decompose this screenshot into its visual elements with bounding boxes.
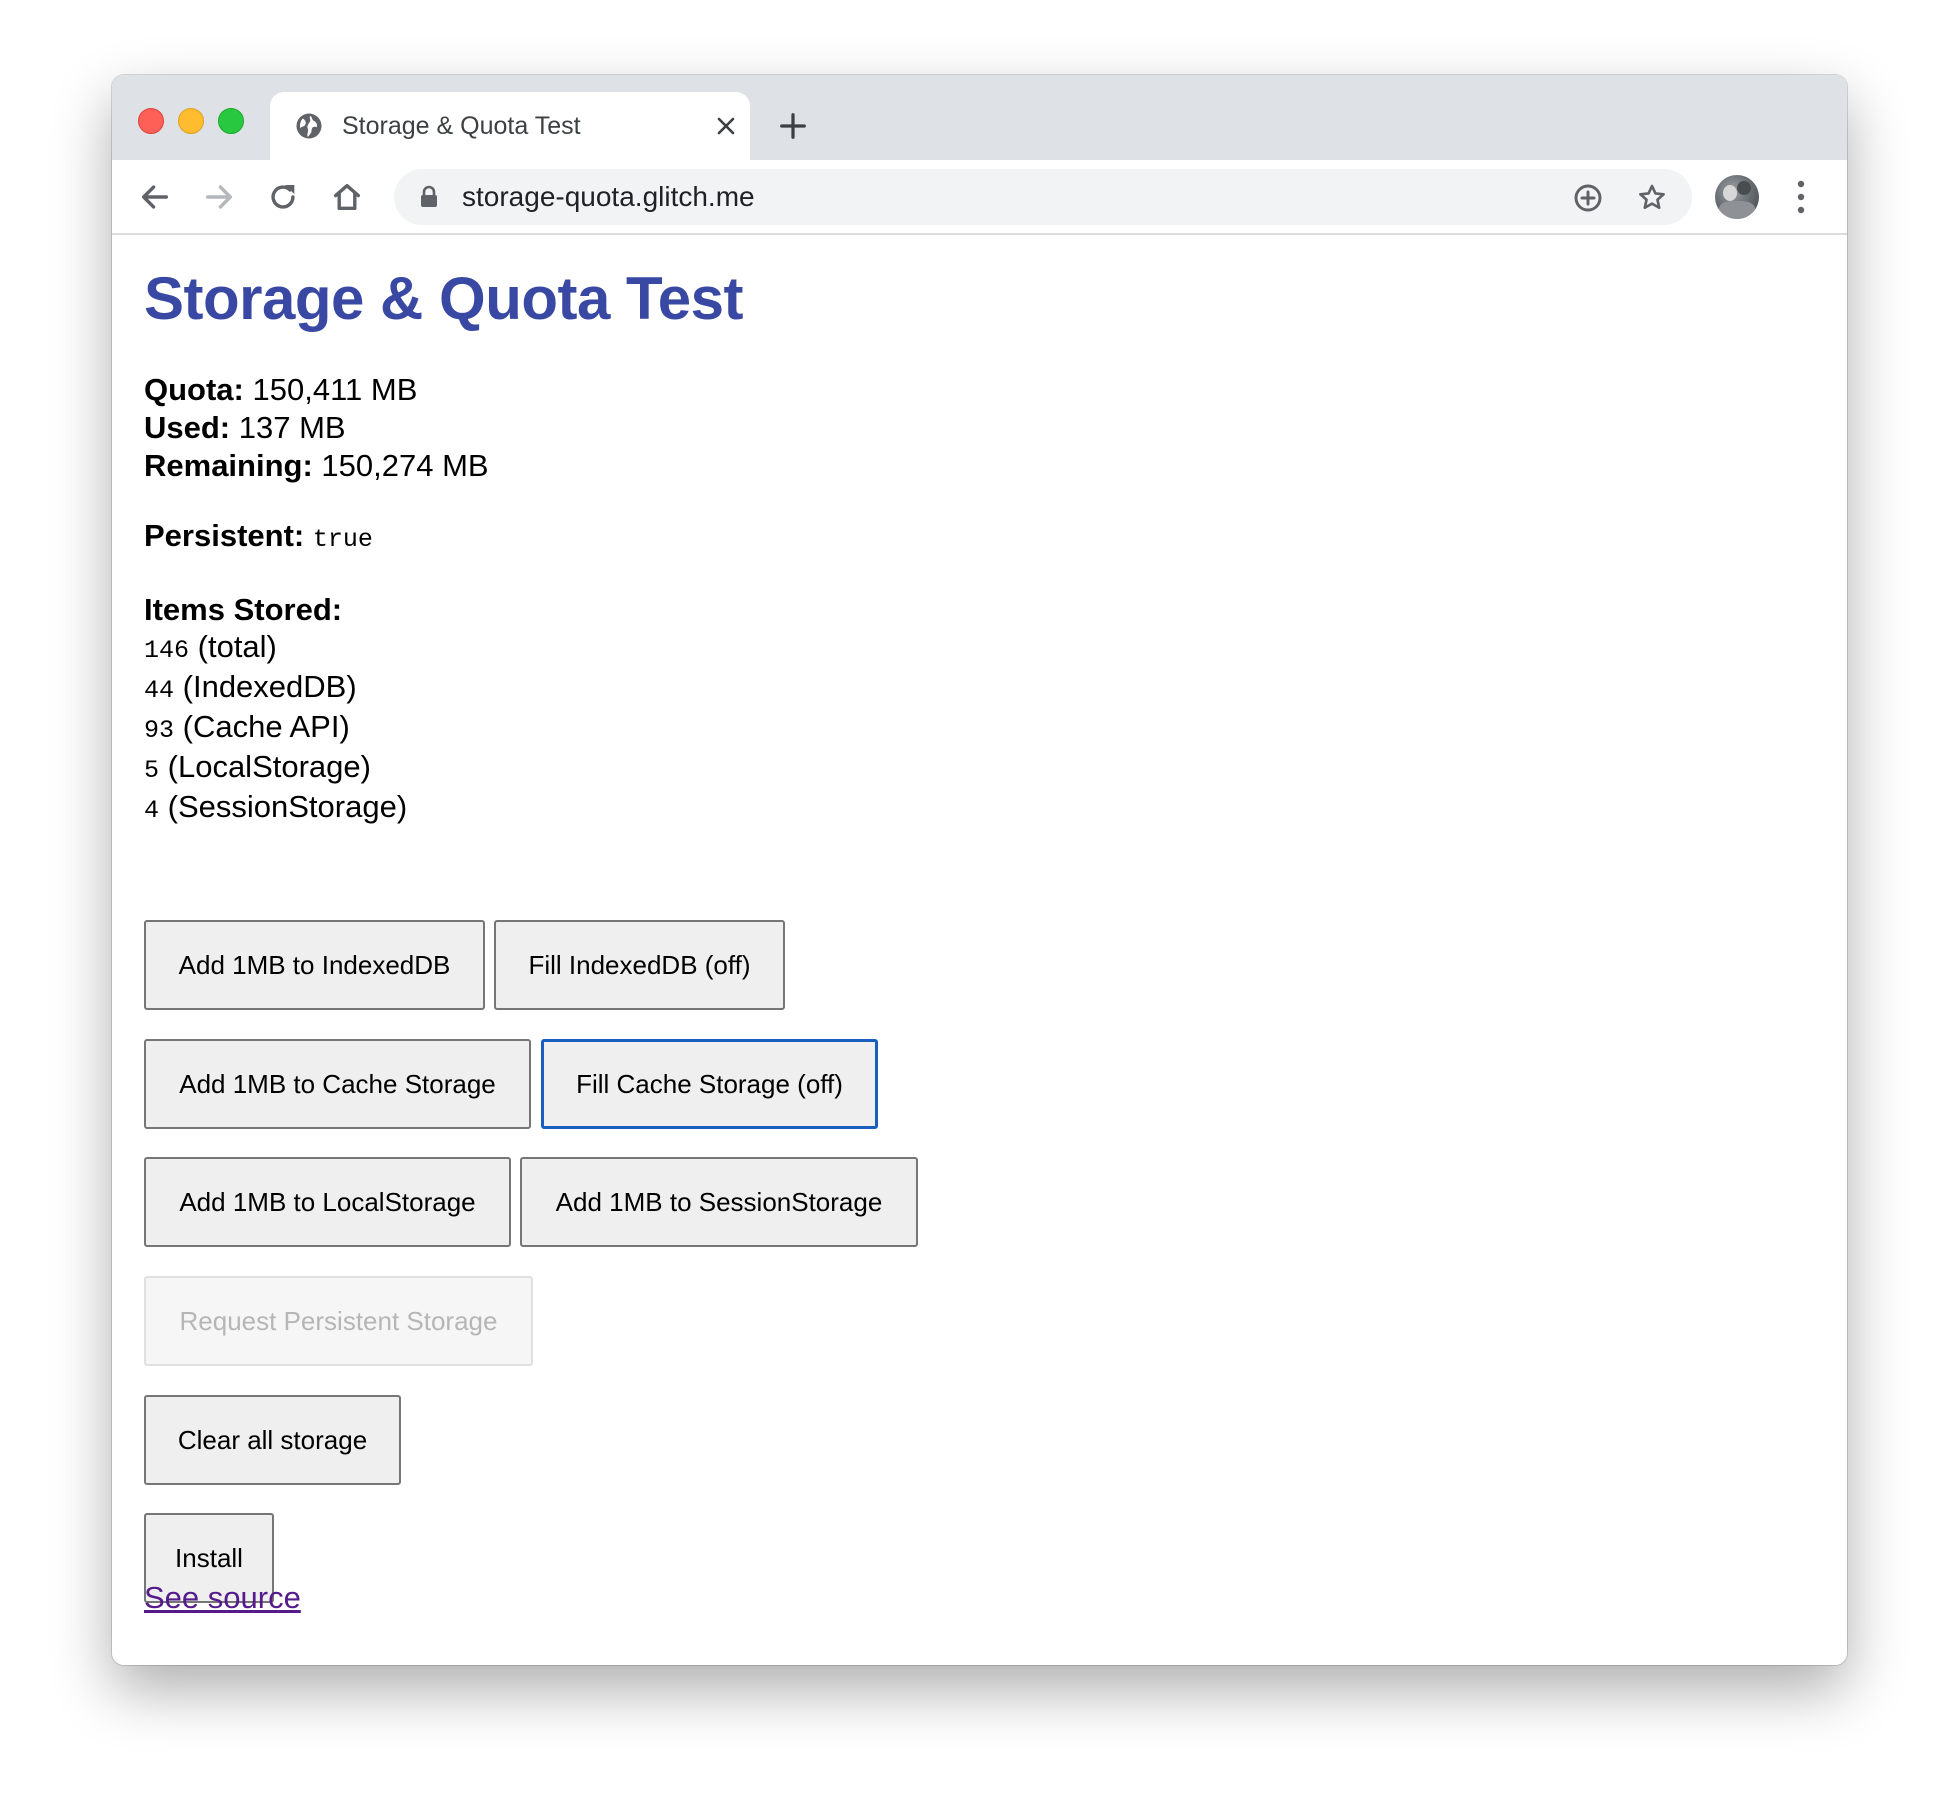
item-count: 4: [144, 796, 160, 825]
list-item: 44 (IndexedDB): [144, 669, 489, 709]
address-bar[interactable]: storage-quota.glitch.me: [394, 169, 1692, 225]
item-label: (LocalStorage): [167, 749, 371, 784]
item-label: (total): [197, 629, 277, 664]
persistent-row: Persistent: true: [144, 517, 489, 559]
quota-row: Quota: 150,411 MB: [144, 371, 489, 409]
used-label: Used:: [144, 410, 231, 445]
remaining-label: Remaining:: [144, 448, 313, 483]
reload-icon[interactable]: [266, 180, 300, 214]
profile-avatar[interactable]: [1715, 175, 1759, 219]
add-cache-storage-button[interactable]: Add 1MB to Cache Storage: [144, 1039, 531, 1129]
persistent-value: true: [312, 525, 373, 554]
quota-value: 150,411 MB: [252, 372, 418, 407]
remaining-row: Remaining: 150,274 MB: [144, 447, 489, 485]
persistent-label: Persistent:: [144, 518, 305, 553]
items-stored-heading: Items Stored:: [144, 591, 489, 629]
remaining-value: 150,274 MB: [321, 448, 489, 483]
add-indexeddb-button[interactable]: Add 1MB to IndexedDB: [144, 920, 485, 1010]
page-content: Storage & Quota Test Quota: 150,411 MB U…: [112, 235, 1847, 1665]
back-arrow-icon[interactable]: [138, 180, 172, 214]
lock-icon[interactable]: [418, 185, 440, 209]
list-item: 5 (LocalStorage): [144, 749, 489, 789]
add-sessionstorage-button[interactable]: Add 1MB to SessionStorage: [520, 1157, 918, 1247]
new-tab-icon[interactable]: [778, 111, 808, 141]
item-label: (Cache API): [182, 709, 350, 744]
globe-icon: [296, 113, 322, 139]
item-count: 146: [144, 636, 190, 665]
item-count: 93: [144, 716, 175, 745]
bookmark-star-icon[interactable]: [1636, 182, 1668, 214]
used-row: Used: 137 MB: [144, 409, 489, 447]
more-menu-icon[interactable]: [1796, 178, 1806, 216]
fill-indexeddb-button[interactable]: Fill IndexedDB (off): [494, 920, 785, 1010]
fill-cache-storage-button[interactable]: Fill Cache Storage (off): [541, 1039, 878, 1129]
list-item: 4 (SessionStorage): [144, 789, 489, 829]
quota-label: Quota:: [144, 372, 244, 407]
list-item: 93 (Cache API): [144, 709, 489, 749]
item-count: 5: [144, 756, 160, 785]
item-label: (IndexedDB): [182, 669, 357, 704]
browser-window: Storage & Quota Test storage-quota.glitc…: [112, 75, 1847, 1665]
list-item: 146 (total): [144, 629, 489, 669]
zoom-window-button[interactable]: [218, 108, 244, 134]
url-text[interactable]: storage-quota.glitch.me: [462, 181, 755, 213]
storage-stats: Quota: 150,411 MB Used: 137 MB Remaining…: [144, 371, 489, 829]
home-icon[interactable]: [330, 180, 364, 214]
page-title: Storage & Quota Test: [144, 265, 743, 332]
items-stored-label: Items Stored:: [144, 592, 343, 627]
close-window-button[interactable]: [138, 108, 164, 134]
item-count: 44: [144, 676, 175, 705]
install-app-icon[interactable]: [1572, 182, 1604, 214]
minimize-window-button[interactable]: [178, 108, 204, 134]
request-persistent-storage-button[interactable]: Request Persistent Storage: [144, 1276, 533, 1366]
active-tab[interactable]: Storage & Quota Test: [270, 92, 750, 160]
clear-all-storage-button[interactable]: Clear all storage: [144, 1395, 401, 1485]
tab-title: Storage & Quota Test: [342, 112, 581, 140]
used-value: 137 MB: [238, 410, 346, 445]
see-source-link[interactable]: See source: [144, 1579, 301, 1617]
forward-arrow-icon[interactable]: [202, 180, 236, 214]
browser-toolbar: storage-quota.glitch.me: [112, 160, 1847, 235]
tab-bar: Storage & Quota Test: [112, 75, 1847, 160]
add-localstorage-button[interactable]: Add 1MB to LocalStorage: [144, 1157, 511, 1247]
item-label: (SessionStorage): [167, 789, 408, 824]
close-tab-icon[interactable]: [714, 114, 738, 138]
